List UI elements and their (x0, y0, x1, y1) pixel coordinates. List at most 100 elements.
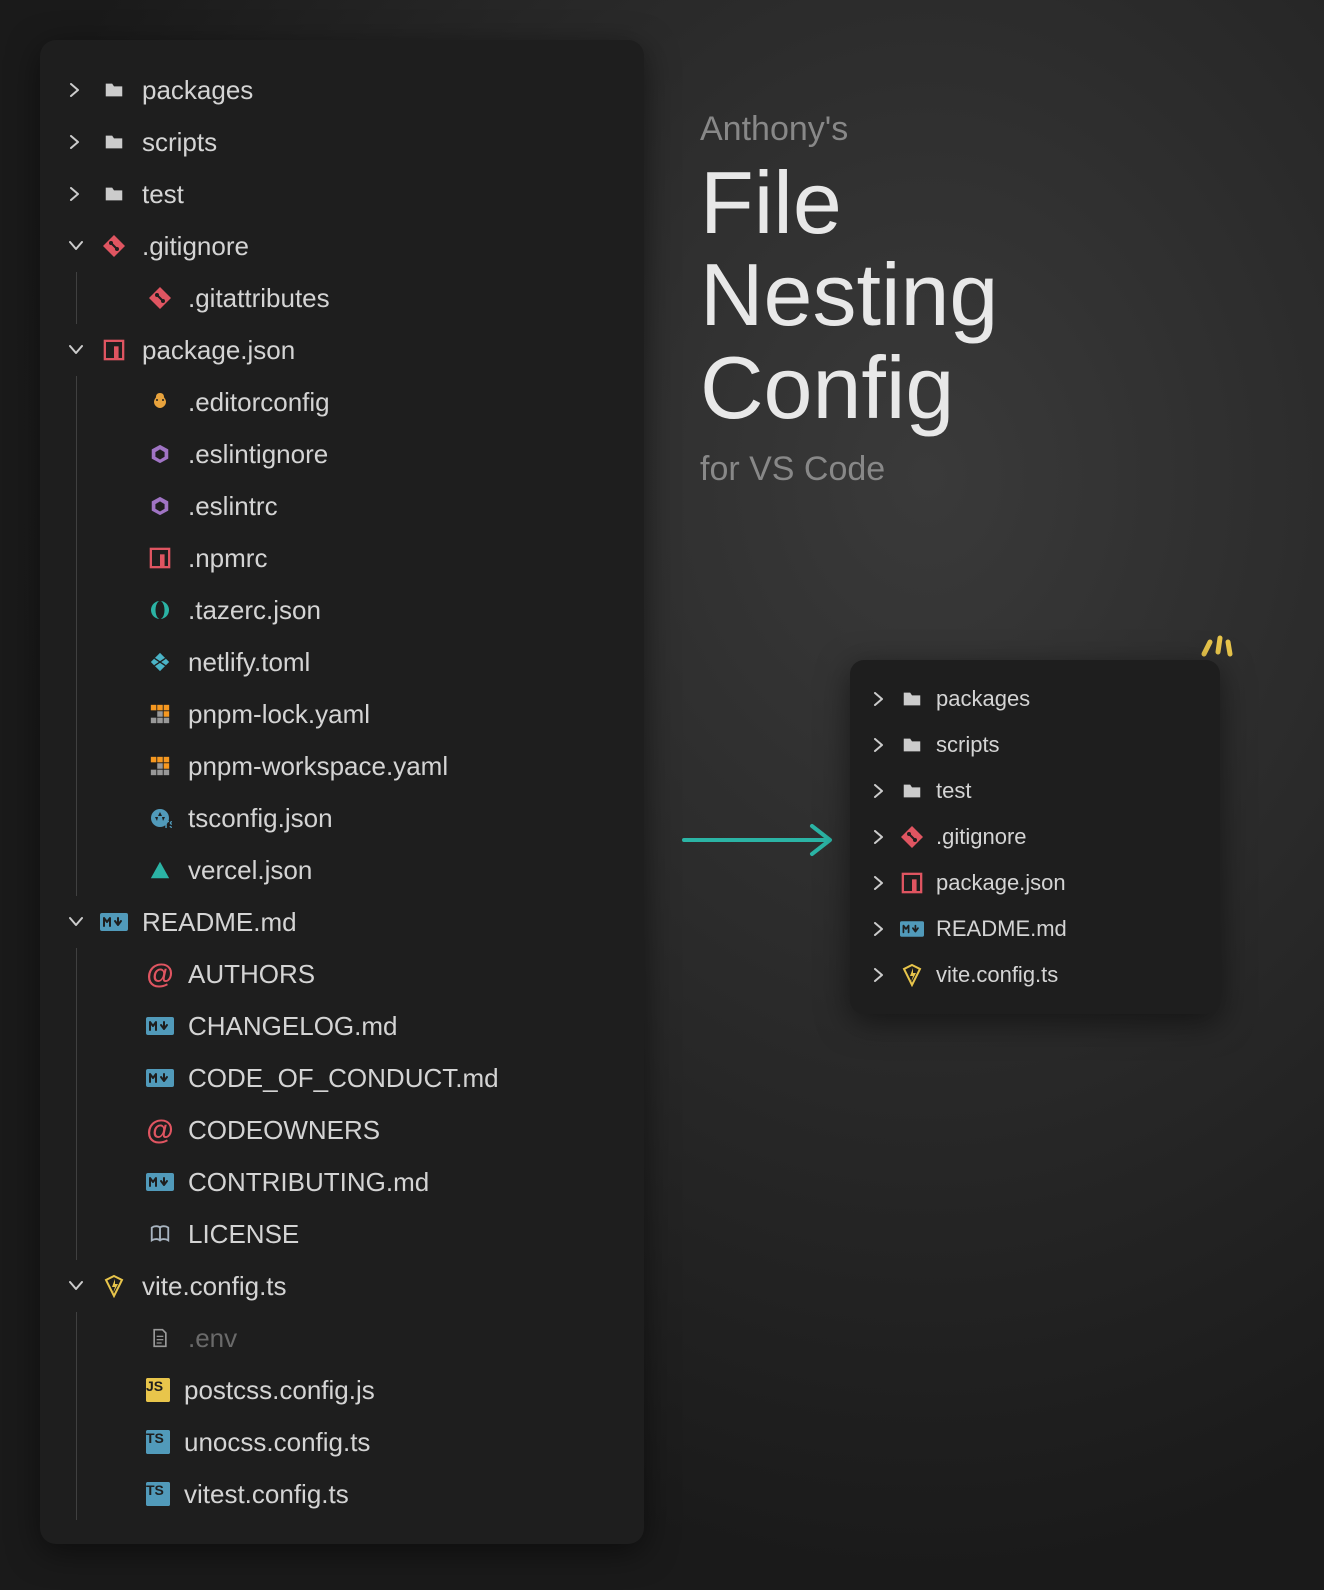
tree-item[interactable]: README.md (858, 906, 1212, 952)
chevron-down-icon[interactable] (64, 338, 88, 362)
eslint-icon (146, 440, 174, 468)
pnpm-icon (146, 752, 174, 780)
pnpm-icon (146, 700, 174, 728)
chevron-spacer (110, 1222, 134, 1246)
ts-icon: TS (146, 1482, 170, 1506)
tree-item[interactable]: .editorconfig (52, 376, 632, 428)
tree-item[interactable]: vite.config.ts (52, 1260, 632, 1312)
tree-item[interactable]: vite.config.ts (858, 952, 1212, 998)
tree-item-label: packages (936, 686, 1030, 712)
chevron-right-icon[interactable] (870, 917, 890, 941)
tree-item[interactable]: CHANGELOG.md (52, 1000, 632, 1052)
tree-item[interactable]: packages (52, 64, 632, 116)
md-icon (146, 1168, 174, 1196)
tree-item[interactable]: packages (858, 676, 1212, 722)
tree-item-label: vercel.json (188, 855, 312, 886)
tree-item[interactable]: .gitignore (858, 814, 1212, 860)
svg-text:TS: TS (163, 820, 172, 830)
ts-icon: TS (146, 1430, 170, 1454)
tree-item[interactable]: TStsconfig.json (52, 792, 632, 844)
chevron-spacer (110, 702, 134, 726)
tree-item[interactable]: .eslintignore (52, 428, 632, 480)
title-main-1: File (700, 157, 998, 249)
tree-item[interactable]: LICENSE (52, 1208, 632, 1260)
tree-item[interactable]: .eslintrc (52, 480, 632, 532)
tree-item-label: vite.config.ts (142, 1271, 287, 1302)
eslint-icon (146, 492, 174, 520)
chevron-right-icon[interactable] (870, 963, 890, 987)
tree-item-label: packages (142, 75, 253, 106)
tree-item[interactable]: scripts (858, 722, 1212, 768)
chevron-spacer (110, 494, 134, 518)
title-main-2: Nesting (700, 249, 998, 341)
chevron-spacer (110, 1118, 134, 1142)
tree-item[interactable]: JSpostcss.config.js (52, 1364, 632, 1416)
tree-item[interactable]: README.md (52, 896, 632, 948)
tree-item[interactable]: scripts (52, 116, 632, 168)
expanded-file-tree: packages scripts test .gitignore .gitattribu… (40, 40, 644, 1544)
tree-item-label: scripts (142, 127, 217, 158)
tree-item-label: .eslintrc (188, 491, 278, 522)
tree-item[interactable]: .gitignore (52, 220, 632, 272)
chevron-right-icon[interactable] (870, 687, 890, 711)
chevron-spacer (110, 962, 134, 986)
tree-item-label: CONTRIBUTING.md (188, 1167, 429, 1198)
tree-item[interactable]: CODE_OF_CONDUCT.md (52, 1052, 632, 1104)
folder-icon (100, 128, 128, 156)
folder-icon (100, 180, 128, 208)
git-icon (100, 232, 128, 260)
folder-icon (900, 733, 924, 757)
tree-item-label: pnpm-lock.yaml (188, 699, 370, 730)
tree-item[interactable]: TSunocss.config.ts (52, 1416, 632, 1468)
tree-item-label: .gitignore (142, 231, 249, 262)
md-icon (146, 1012, 174, 1040)
tree-item[interactable]: package.json (858, 860, 1212, 906)
chevron-down-icon[interactable] (64, 910, 88, 934)
chevron-right-icon[interactable] (870, 871, 890, 895)
tree-item[interactable]: package.json (52, 324, 632, 376)
tree-item-label: test (936, 778, 971, 804)
md-icon (146, 1064, 174, 1092)
tree-item[interactable]: @CODEOWNERS (52, 1104, 632, 1156)
tree-item[interactable]: .gitattributes (52, 272, 632, 324)
tree-item[interactable]: vercel.json (52, 844, 632, 896)
chevron-spacer (110, 1066, 134, 1090)
tree-item[interactable]: netlify.toml (52, 636, 632, 688)
tree-item-label: vite.config.ts (936, 962, 1058, 988)
tree-item[interactable]: TSvitest.config.ts (52, 1468, 632, 1520)
tree-item[interactable]: pnpm-lock.yaml (52, 688, 632, 740)
chevron-spacer (110, 1430, 134, 1454)
tree-item-label: scripts (936, 732, 1000, 758)
chevron-right-icon[interactable] (64, 182, 88, 206)
chevron-spacer (110, 858, 134, 882)
md-icon (900, 917, 924, 941)
tree-item[interactable]: .env (52, 1312, 632, 1364)
tree-item[interactable]: .tazerc.json (52, 584, 632, 636)
chevron-right-icon[interactable] (64, 78, 88, 102)
title-block: Anthony's File Nesting Config for VS Cod… (700, 110, 998, 489)
tree-item-label: pnpm-workspace.yaml (188, 751, 448, 782)
tree-item-label: test (142, 179, 184, 210)
chevron-spacer (110, 1482, 134, 1506)
file-icon (146, 1324, 174, 1352)
chevron-spacer (110, 650, 134, 674)
chevron-right-icon[interactable] (64, 130, 88, 154)
chevron-down-icon[interactable] (64, 234, 88, 258)
tree-item[interactable]: pnpm-workspace.yaml (52, 740, 632, 792)
tree-item[interactable]: CONTRIBUTING.md (52, 1156, 632, 1208)
chevron-right-icon[interactable] (870, 779, 890, 803)
tree-item-label: CODE_OF_CONDUCT.md (188, 1063, 499, 1094)
md-icon (100, 908, 128, 936)
tree-item[interactable]: test (52, 168, 632, 220)
tree-item[interactable]: test (858, 768, 1212, 814)
tree-item-label: .env (188, 1323, 237, 1354)
chevron-right-icon[interactable] (870, 733, 890, 757)
tree-item[interactable]: .npmrc (52, 532, 632, 584)
tree-item[interactable]: @AUTHORS (52, 948, 632, 1000)
chevron-right-icon[interactable] (870, 825, 890, 849)
chevron-down-icon[interactable] (64, 1274, 88, 1298)
chevron-spacer (110, 806, 134, 830)
at-icon: @ (146, 960, 174, 988)
tree-item-label: CODEOWNERS (188, 1115, 380, 1146)
vite-icon (100, 1272, 128, 1300)
